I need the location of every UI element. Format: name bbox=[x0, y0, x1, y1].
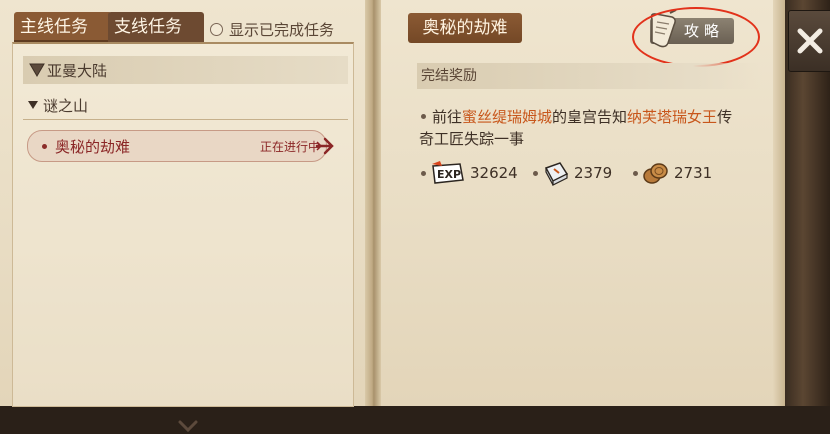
bullet-icon bbox=[533, 170, 538, 176]
quest-title: 奥秘的劫难 bbox=[408, 13, 522, 43]
region-header[interactable]: 亚曼大陆 bbox=[23, 56, 348, 84]
tab-side-quests[interactable]: 支线任务 bbox=[108, 12, 204, 42]
reward-exp: EXP 32624 bbox=[419, 158, 518, 188]
desc-part2: 的皇宫告知 bbox=[552, 108, 628, 126]
quest-book: 主线任务 支线任务 显示已完成任务 亚曼大陆 谜之山 奥秘的劫难 正在进行中 奥… bbox=[0, 0, 785, 433]
show-completed-label: 显示已完成任务 bbox=[229, 20, 335, 39]
svg-text:EXP: EXP bbox=[437, 168, 461, 181]
coins-icon bbox=[643, 163, 668, 184]
close-button[interactable] bbox=[788, 10, 830, 72]
exp-icon: EXP bbox=[432, 161, 464, 184]
tab-main-quests[interactable]: 主线任务 bbox=[14, 12, 112, 42]
bullet-icon bbox=[421, 170, 426, 176]
chevron-down-icon[interactable] bbox=[177, 418, 199, 434]
page-edge bbox=[773, 0, 785, 406]
desc-person: 纳芙塔瑞女王 bbox=[627, 108, 718, 126]
reward-value: 2731 bbox=[674, 164, 713, 182]
collapse-triangle-icon bbox=[28, 101, 38, 109]
quest-status: 正在进行中 bbox=[259, 139, 320, 154]
reward-coins: 2731 bbox=[631, 158, 712, 188]
bullet-icon bbox=[42, 143, 47, 149]
bullet-icon bbox=[421, 114, 426, 119]
desc-part1: 前往 bbox=[432, 108, 463, 126]
bullet-icon bbox=[633, 170, 638, 176]
quest-name: 奥秘的劫难 bbox=[55, 137, 131, 156]
region-name: 亚曼大陆 bbox=[47, 61, 108, 80]
rewards-row: EXP 32624 2379 2731 bbox=[419, 158, 759, 188]
close-icon bbox=[797, 28, 823, 54]
desc-place: 蜜丝缇瑞姆城 bbox=[462, 108, 553, 126]
annotation-ring bbox=[632, 7, 760, 67]
book-icon bbox=[544, 162, 569, 186]
show-completed-toggle[interactable]: 显示已完成任务 bbox=[210, 16, 334, 42]
radio-button[interactable] bbox=[210, 22, 223, 36]
reward-book: 2379 bbox=[531, 158, 612, 188]
arrow-right-icon[interactable] bbox=[315, 136, 337, 156]
book-spine bbox=[365, 0, 381, 406]
area-name: 谜之山 bbox=[43, 96, 89, 115]
reward-value: 32624 bbox=[470, 164, 518, 182]
reward-header: 完结奖励 bbox=[417, 63, 762, 89]
quest-item[interactable]: 奥秘的劫难 正在进行中 bbox=[27, 130, 327, 162]
collapse-triangle-icon bbox=[29, 63, 45, 77]
area-header[interactable]: 谜之山 bbox=[27, 92, 88, 118]
quest-description: 前往蜜丝缇瑞姆城的皇宫告知纳芙塔瑞女王传奇工匠失踪一事 bbox=[419, 106, 739, 150]
reward-value: 2379 bbox=[574, 164, 613, 182]
divider bbox=[23, 119, 348, 120]
quest-list-panel: 亚曼大陆 谜之山 奥秘的劫难 正在进行中 bbox=[12, 42, 354, 433]
